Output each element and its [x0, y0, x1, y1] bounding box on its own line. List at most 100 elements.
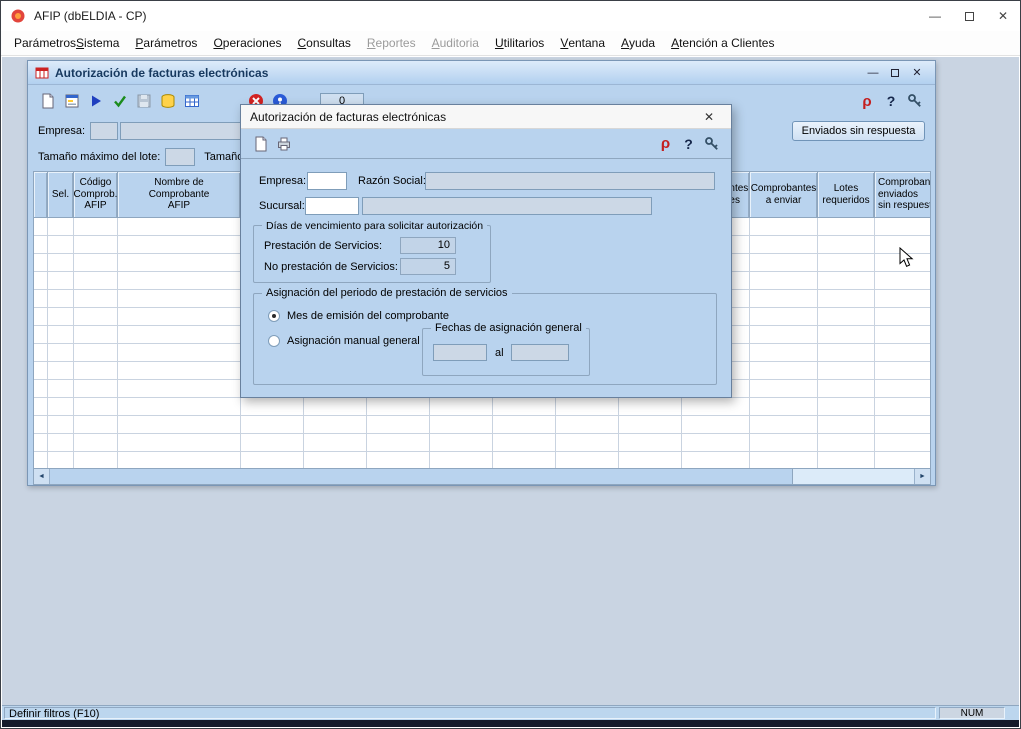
grid-cell — [682, 416, 750, 433]
dialog-exit-button[interactable]: ρ — [654, 132, 677, 155]
grid-cell — [750, 398, 818, 415]
menu-item-0[interactable]: Parámetros Sistema — [6, 31, 127, 55]
radio-manual-label: Asignación manual general — [287, 335, 420, 347]
grid-header-3[interactable]: Nombre de Comprobante AFIP — [118, 172, 241, 218]
grid-row-12[interactable] — [34, 434, 930, 452]
grid-cell — [34, 434, 48, 451]
dialog-new-button[interactable] — [249, 132, 272, 155]
grid-cell — [750, 362, 818, 379]
grid-cell — [48, 218, 74, 235]
scroll-track[interactable] — [50, 469, 914, 484]
radio-unselected-icon — [268, 335, 280, 347]
grid-cell — [74, 218, 118, 235]
dialog-close-button[interactable]: ✕ — [696, 105, 722, 128]
dialog-help-button[interactable]: ? — [677, 132, 700, 155]
grid-row-11[interactable] — [34, 416, 930, 434]
run-icon — [88, 93, 104, 109]
grid-cell — [48, 308, 74, 325]
key-icon — [907, 93, 923, 109]
close-button[interactable]: ✕ — [986, 1, 1020, 31]
sucursal-input[interactable] — [305, 197, 359, 215]
grid-cell — [818, 326, 875, 343]
grid-cell — [74, 434, 118, 451]
maximize-icon — [965, 12, 974, 21]
confirm-button[interactable] — [108, 89, 132, 113]
grid-cell — [304, 452, 367, 469]
menu-item-2[interactable]: Operaciones — [205, 31, 289, 55]
scroll-right-button[interactable]: ► — [914, 469, 930, 484]
grid-header-0[interactable] — [34, 172, 48, 218]
child-maximize-button[interactable] — [884, 64, 906, 81]
grid-cell — [48, 398, 74, 415]
grid-header-14[interactable]: Comprobantes enviados sin respuesta — [875, 172, 931, 218]
grid-cell — [818, 398, 875, 415]
grid-cell — [34, 326, 48, 343]
menu-item-9[interactable]: Atención a Clientes — [663, 31, 782, 55]
grid-cell — [241, 416, 304, 433]
menu-item-7[interactable]: Ventana — [552, 31, 613, 55]
grid-cell — [118, 416, 241, 433]
mdi-area: Autorización de facturas electrónicas — … — [2, 57, 1019, 705]
grid-cell — [74, 398, 118, 415]
fecha-desde-input — [433, 344, 487, 361]
dialog-title-bar: Autorización de facturas electrónicas ✕ — [241, 105, 731, 129]
grid-row-10[interactable] — [34, 398, 930, 416]
fechas-group-title: Fechas de asignación general — [431, 322, 586, 334]
grid-header-1[interactable]: Sel. — [48, 172, 74, 218]
grid-header-2[interactable]: Código Comprob. AFIP — [74, 172, 118, 218]
razon-social-label: Razón Social: — [358, 175, 426, 187]
grid-cell — [304, 398, 367, 415]
grid-cell — [74, 308, 118, 325]
grid-cell — [750, 434, 818, 451]
grid-cell — [48, 272, 74, 289]
enviados-sin-respuesta-button[interactable]: Enviados sin respuesta — [792, 121, 925, 141]
child-minimize-button[interactable]: — — [862, 64, 884, 81]
grid-cell — [750, 326, 818, 343]
dialog-permissions-button[interactable] — [700, 132, 723, 155]
window-title: AFIP (dbELDIA - CP) — [34, 9, 918, 23]
run-button[interactable] — [84, 89, 108, 113]
menu-item-3[interactable]: Consultas — [290, 31, 359, 55]
grid-cell — [818, 236, 875, 253]
title-bar: AFIP (dbELDIA - CP) — ✕ — [1, 1, 1020, 31]
grid-header-12[interactable]: Comprobantes a enviar — [750, 172, 818, 218]
grid-cell — [48, 344, 74, 361]
status-bar: Definir filtros (F10) NUM — [2, 705, 1019, 720]
grid-header-13[interactable]: Lotes requeridos — [818, 172, 875, 218]
grid-cell — [430, 452, 493, 469]
grid-cell — [241, 434, 304, 451]
child-close-button[interactable]: ✕ — [906, 64, 928, 81]
grid-row-13[interactable] — [34, 452, 930, 469]
new-doc-icon — [40, 93, 56, 109]
grid-cell — [818, 254, 875, 271]
database-button[interactable] — [156, 89, 180, 113]
radio-mes-emision[interactable]: Mes de emisión del comprobante — [268, 310, 449, 322]
minimize-button[interactable]: — — [918, 1, 952, 31]
maximize-button[interactable] — [952, 1, 986, 31]
exit-button[interactable]: ρ — [855, 89, 879, 113]
grid-cell — [241, 398, 304, 415]
grid-cell — [493, 416, 556, 433]
grid-cell — [118, 326, 241, 343]
grid-cell — [34, 344, 48, 361]
dialog-empresa-input[interactable] — [307, 172, 347, 190]
dialog-print-button[interactable] — [272, 132, 295, 155]
empresa-code-input — [90, 122, 118, 140]
radio-selected-icon — [268, 310, 280, 322]
radio-asignacion-manual[interactable]: Asignación manual general — [268, 335, 420, 347]
permissions-button[interactable] — [903, 89, 927, 113]
grid-view-button[interactable] — [180, 89, 204, 113]
help-button[interactable]: ? — [879, 89, 903, 113]
menu-item-8[interactable]: Ayuda — [613, 31, 663, 55]
menu-item-1[interactable]: Parámetros — [127, 31, 205, 55]
properties-button[interactable] — [60, 89, 84, 113]
menu-item-6[interactable]: Utilitarios — [487, 31, 552, 55]
new-doc-icon — [253, 136, 269, 152]
grid-cell — [818, 272, 875, 289]
scroll-left-button[interactable]: ◄ — [34, 469, 50, 484]
scroll-thumb[interactable] — [50, 469, 793, 484]
grid-cell — [34, 254, 48, 271]
grid-cell — [48, 236, 74, 253]
new-button[interactable] — [36, 89, 60, 113]
grid-cell — [48, 380, 74, 397]
